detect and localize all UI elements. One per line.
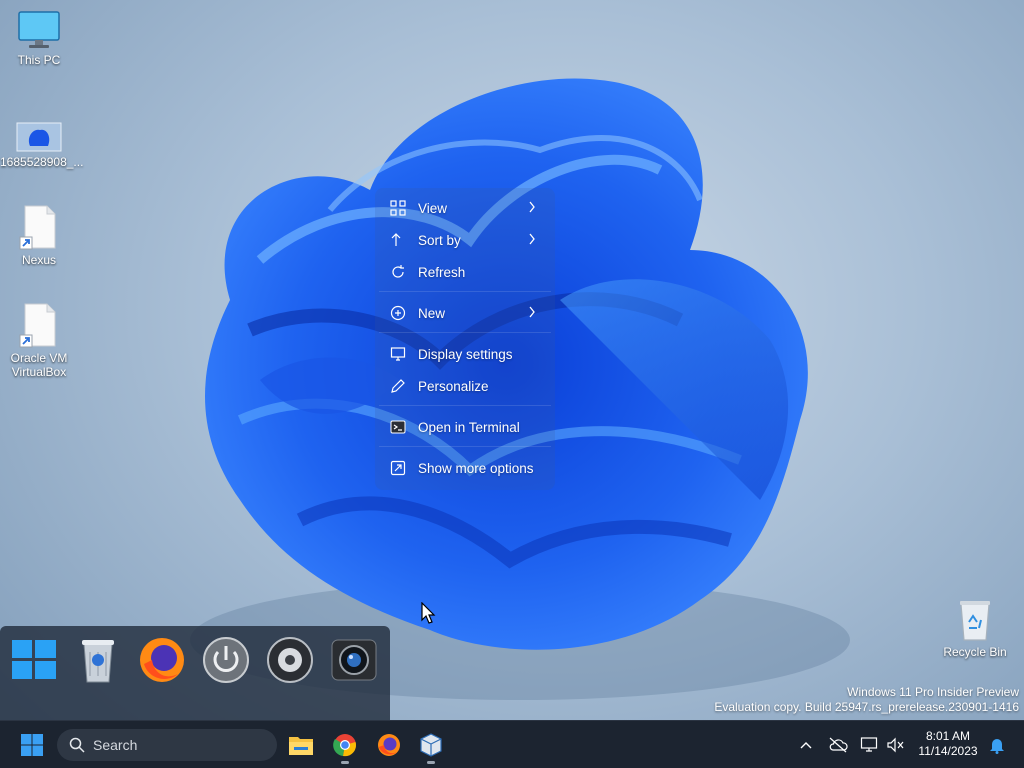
taskbar-chrome[interactable] <box>328 729 362 764</box>
dock-firefox-icon[interactable] <box>136 634 188 690</box>
clock-time: 8:01 AM <box>925 729 971 743</box>
taskbar: Search 8:01 AM 11/14/2023 <box>0 720 1024 768</box>
mouse-cursor-icon <box>421 602 436 624</box>
file-explorer-icon <box>289 737 313 755</box>
display-icon <box>389 345 407 363</box>
chevron-up-icon <box>800 742 812 749</box>
menu-separator <box>379 291 551 292</box>
chrome-icon <box>333 734 356 757</box>
shortcut-file-icon <box>19 205 56 250</box>
menu-item-sort-by[interactable]: Sort by <box>389 226 545 254</box>
desktop-icon-image-file[interactable]: 1685528908_... <box>0 122 83 169</box>
taskbar-virtualbox[interactable] <box>414 729 448 764</box>
search-label: Search <box>93 737 138 753</box>
notification-button[interactable] <box>985 733 1009 757</box>
bell-icon <box>990 739 1004 754</box>
tray-onedrive[interactable] <box>826 733 850 757</box>
menu-separator <box>379 446 551 447</box>
running-indicator <box>427 761 435 764</box>
search-icon <box>69 737 85 753</box>
watermark-line1: Windows 11 Pro Insider Preview <box>847 685 1019 699</box>
dock-windows-logo-icon[interactable] <box>8 634 60 690</box>
more-options-icon <box>389 459 407 477</box>
clock-date: 11/14/2023 <box>918 744 978 758</box>
tray-volume[interactable] <box>884 733 908 757</box>
shortcut-file-icon <box>19 303 56 348</box>
desktop-icon-this-pc[interactable]: This PC <box>0 10 78 67</box>
menu-item-label: Display settings <box>418 346 513 362</box>
menu-item-display-settings[interactable]: Display settings <box>389 340 545 368</box>
taskbar-file-explorer[interactable] <box>284 729 318 761</box>
pen-icon <box>389 377 407 395</box>
dock-trash-can-icon[interactable] <box>72 634 124 690</box>
menu-item-label: Personalize <box>418 378 489 394</box>
watermark-line2: Evaluation copy. Build 25947.rs_prerelea… <box>714 700 1019 714</box>
context-menu: View Sort by Refresh New Display setting… <box>375 188 555 490</box>
desktop-icon-label: Nexus <box>21 253 56 267</box>
menu-item-label: Show more options <box>418 460 534 476</box>
menu-separator <box>379 405 551 406</box>
dock-camera-icon[interactable] <box>328 634 380 690</box>
menu-item-label: New <box>418 305 446 321</box>
tray-network[interactable] <box>858 733 882 757</box>
dock-power-icon[interactable] <box>200 634 252 690</box>
refresh-icon <box>389 263 407 281</box>
desktop-icon-label: Recycle Bin <box>943 645 1007 659</box>
menu-item-personalize[interactable]: Personalize <box>389 372 545 400</box>
taskbar-search[interactable]: Search <box>57 729 277 761</box>
menu-item-label: View <box>418 200 448 216</box>
menu-item-label: Refresh <box>418 264 466 280</box>
menu-separator <box>379 332 551 333</box>
menu-item-refresh[interactable]: Refresh <box>389 258 545 286</box>
monitor-icon <box>18 11 60 48</box>
desktop-icon-nexus[interactable]: Nexus <box>0 204 78 267</box>
firefox-icon <box>378 734 400 756</box>
menu-item-view[interactable]: View <box>389 194 545 222</box>
plus-circle-icon <box>389 304 407 322</box>
volume-muted-icon <box>887 737 904 753</box>
chevron-right-icon <box>527 200 537 217</box>
cloud-off-icon <box>829 737 848 753</box>
network-icon <box>860 737 878 752</box>
menu-item-label: Sort by <box>418 232 461 248</box>
chevron-right-icon <box>527 305 537 322</box>
desktop-icon-recycle-bin[interactable]: Recycle Bin <box>936 598 1014 659</box>
tray-overflow-button[interactable] <box>794 733 818 757</box>
menu-item-open-terminal[interactable]: Open in Terminal <box>389 413 545 441</box>
menu-item-show-more-options[interactable]: Show more options <box>389 454 545 482</box>
recycle-bin-icon <box>960 601 990 641</box>
menu-item-label: Open in Terminal <box>418 419 520 435</box>
taskbar-clock[interactable]: 8:01 AM 11/14/2023 <box>912 729 984 759</box>
chevron-right-icon <box>527 232 537 249</box>
running-indicator <box>341 761 349 764</box>
menu-item-new[interactable]: New <box>389 299 545 327</box>
terminal-icon <box>389 418 407 436</box>
grid-icon <box>389 199 407 217</box>
windows-logo-icon <box>21 734 43 756</box>
dock <box>0 626 390 720</box>
image-file-icon <box>16 122 62 152</box>
desktop-icon-virtualbox[interactable]: Oracle VM VirtualBox <box>0 302 78 379</box>
virtualbox-icon <box>420 733 442 757</box>
dock-speaker-icon[interactable] <box>264 634 316 690</box>
taskbar-firefox[interactable] <box>372 729 406 761</box>
desktop-icon-label: This PC <box>17 53 61 67</box>
sort-icon <box>389 231 407 249</box>
desktop-icon-label: 1685528908_... <box>0 155 84 169</box>
start-button[interactable] <box>15 729 49 761</box>
desktop-icon-label: Oracle VM VirtualBox <box>10 351 68 379</box>
evaluation-watermark: Windows 11 Pro Insider Preview Evaluatio… <box>714 685 1019 715</box>
